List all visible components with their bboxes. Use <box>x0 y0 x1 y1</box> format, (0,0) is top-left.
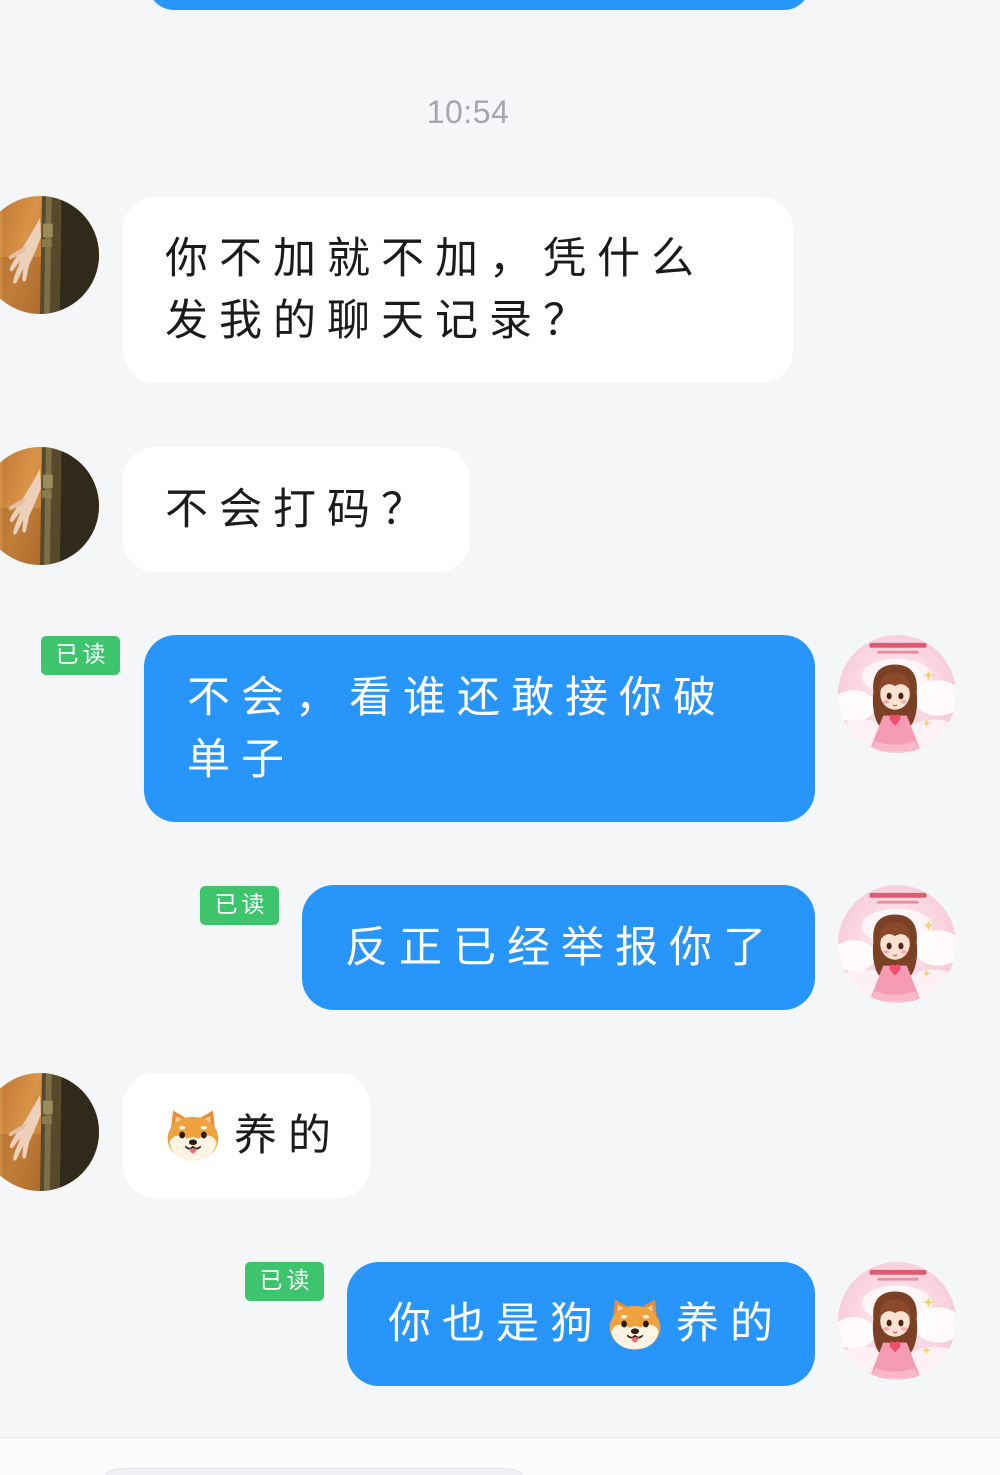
sent-message-bubble[interactable]: 你也是狗 养的 <box>347 1262 815 1386</box>
message-content: 养的 <box>162 1105 342 1167</box>
my-avatar-image <box>838 635 956 753</box>
message-text: 养的 <box>234 1110 342 1161</box>
read-receipt-badge: 已读 <box>41 636 120 675</box>
received-message-bubble[interactable]: 你不加就不加，凭什么发我的聊天记录？ <box>123 197 793 383</box>
received-message-bubble[interactable]: 养的 <box>123 1073 370 1198</box>
message-text: 不会，看谁还敢接你破单子 <box>187 672 727 785</box>
previous-message-bubble[interactable] <box>148 0 810 10</box>
contact-avatar[interactable] <box>0 196 99 314</box>
contact-avatar[interactable] <box>0 447 99 565</box>
dog-face-icon <box>606 1295 664 1353</box>
my-avatar[interactable] <box>838 635 956 753</box>
contact-avatar[interactable] <box>0 1073 99 1191</box>
my-avatar[interactable] <box>838 885 956 1003</box>
sent-message-bubble[interactable]: 不会，看谁还敢接你破单子 <box>144 635 815 822</box>
timestamp: 10:54 <box>426 94 510 130</box>
message-text: 你不加就不加，凭什么发我的聊天记录？ <box>165 234 705 346</box>
read-receipt-badge: 已读 <box>200 886 279 925</box>
my-avatar-image <box>838 1262 956 1380</box>
message-input[interactable] <box>105 1468 523 1475</box>
message-text: 养的 <box>676 1299 784 1349</box>
message-text: 反正已经举报你了 <box>345 922 777 973</box>
contact-avatar-image <box>0 196 99 314</box>
message-text: 不会打码？ <box>165 484 435 535</box>
read-receipt-badge: 已读 <box>245 1262 324 1301</box>
sent-message-bubble[interactable]: 反正已经举报你了 <box>302 885 815 1010</box>
composer-bar <box>0 1437 1000 1475</box>
received-message-bubble[interactable]: 不会打码？ <box>123 447 470 572</box>
message-content: 你也是狗 养的 <box>388 1293 784 1355</box>
message-text: 你也是狗 <box>388 1299 604 1349</box>
dog-face-icon <box>164 1106 222 1164</box>
contact-avatar-image <box>0 447 99 565</box>
contact-avatar-image <box>0 1073 99 1191</box>
chat-screen: 10:54 你不加就不加，凭什么发我的聊天记录？ 不会打码？ 已读 不会，看谁还… <box>0 0 1000 1475</box>
my-avatar-image <box>838 885 956 1003</box>
my-avatar[interactable] <box>838 1262 956 1380</box>
